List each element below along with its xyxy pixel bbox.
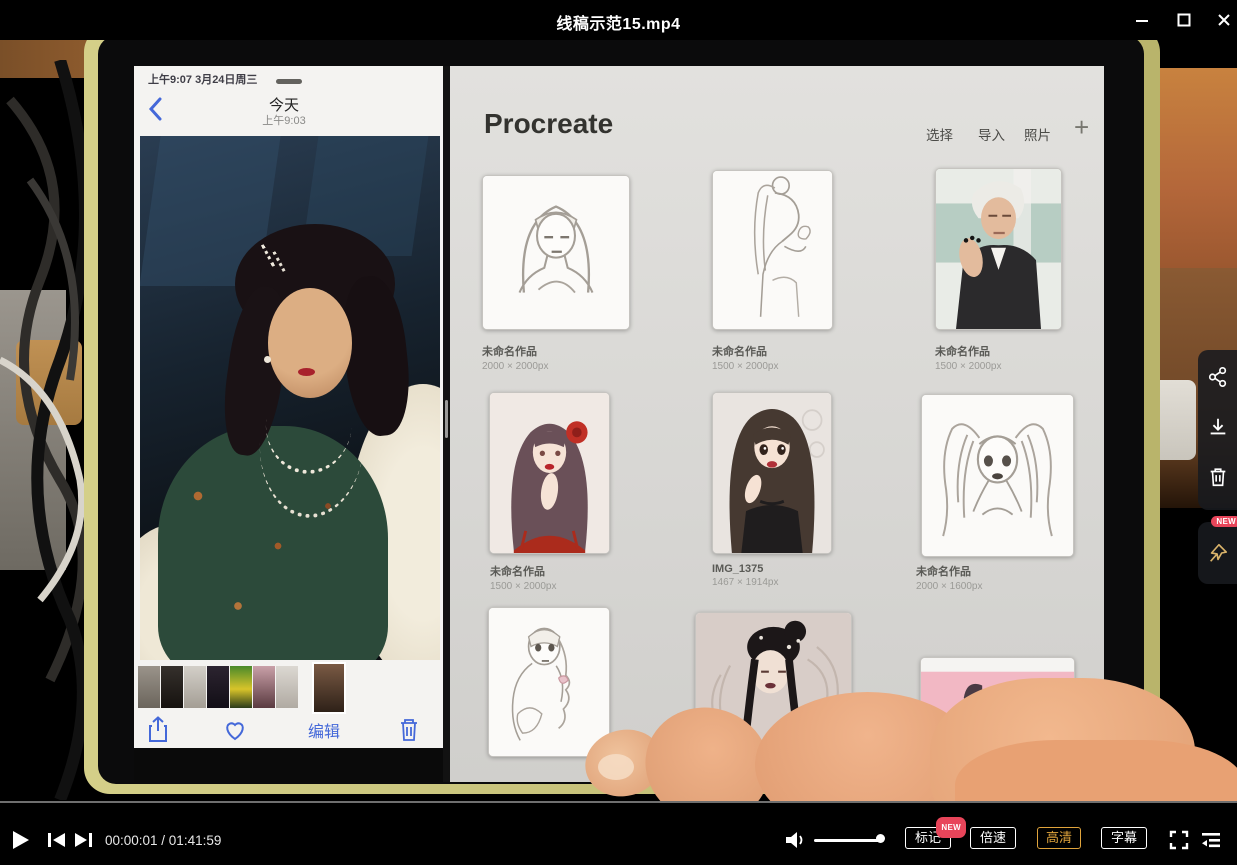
window-title: 线稿示范15.mp4 xyxy=(0,10,1237,34)
trash-icon[interactable] xyxy=(398,717,420,743)
import-button[interactable]: 导入 xyxy=(978,124,1005,144)
hd-button[interactable]: 高清 xyxy=(1037,827,1081,849)
split-view-handle[interactable] xyxy=(276,79,302,84)
photo-thumbnail[interactable] xyxy=(276,666,298,708)
pin-panel: NEW xyxy=(1198,522,1237,584)
next-button[interactable] xyxy=(70,827,96,853)
photo-thumbnail[interactable] xyxy=(138,666,160,708)
artwork-label: 未命名作品 1500 × 2000px xyxy=(935,343,1001,372)
subtitle-button-label: 字幕 xyxy=(1111,830,1137,845)
video-player-window: 线稿示范15.mp4 xyxy=(0,0,1237,865)
new-badge: NEW xyxy=(936,817,966,838)
artwork-card[interactable] xyxy=(482,175,630,330)
photo-thumbnail[interactable] xyxy=(161,666,183,708)
minimize-icon xyxy=(1135,13,1149,27)
speed-button[interactable]: 倍速 xyxy=(970,827,1016,849)
add-canvas-button[interactable]: + xyxy=(1074,112,1089,143)
photo-thumbnail-selected[interactable] xyxy=(314,664,344,712)
select-button[interactable]: 选择 xyxy=(926,124,953,144)
shelf-decoration xyxy=(1158,68,1237,268)
sketch-ponytail-artwork xyxy=(713,171,832,329)
heart-icon[interactable] xyxy=(222,718,248,742)
volume-slider-knob[interactable] xyxy=(876,834,885,843)
hand-decoration xyxy=(955,740,1237,801)
split-view-drag-handle[interactable] xyxy=(445,400,448,438)
fullscreen-button[interactable] xyxy=(1166,827,1192,853)
time-display: 00:00:01 / 01:41:59 xyxy=(105,833,221,848)
fullscreen-icon xyxy=(1169,830,1189,850)
photo-thumbnail[interactable] xyxy=(184,666,206,708)
speed-button-label: 倍速 xyxy=(980,830,1006,845)
video-viewport[interactable]: 上午9:07 3月24日周三 今天 上午9:03 xyxy=(0,40,1237,801)
artwork-label: 未命名作品 2000 × 2000px xyxy=(482,343,548,372)
previous-icon xyxy=(47,831,67,849)
trash-icon[interactable] xyxy=(1207,466,1229,488)
title-bar: 线稿示范15.mp4 xyxy=(0,0,1237,40)
volume-icon xyxy=(785,831,805,849)
play-icon xyxy=(12,830,30,850)
mark-button[interactable]: 标记 NEW xyxy=(905,827,951,849)
artwork-card[interactable] xyxy=(712,392,832,554)
earring-decoration xyxy=(264,356,271,363)
photos-app-pane: 上午9:07 3月24日周三 今天 上午9:03 xyxy=(134,66,443,782)
side-tool-panel xyxy=(1198,350,1237,510)
pin-icon[interactable] xyxy=(1207,542,1229,564)
artwork-label: 未命名作品 2000 × 1600px xyxy=(916,563,982,592)
edit-button[interactable]: 编辑 xyxy=(292,718,356,742)
share-icon[interactable] xyxy=(146,716,170,744)
ipad-device: 上午9:07 3月24日周三 今天 上午9:03 xyxy=(84,40,1160,794)
minimize-button[interactable] xyxy=(1128,8,1156,32)
photo-thumbnail[interactable] xyxy=(253,666,275,708)
procreate-app-pane: Procreate 选择 导入 照片 + xyxy=(450,66,1104,782)
photos-time-subtitle: 上午9:03 xyxy=(194,112,374,128)
photos-toolbar xyxy=(134,714,443,748)
sketch-braid-artwork xyxy=(489,608,609,756)
photo-thumbnail[interactable] xyxy=(207,666,229,708)
artwork-card[interactable] xyxy=(488,607,610,757)
artwork-card[interactable] xyxy=(921,394,1074,557)
play-button[interactable] xyxy=(8,827,34,853)
painted-girl-flower-artwork xyxy=(490,393,609,553)
playlist-icon xyxy=(1200,831,1222,849)
fingernail-decoration xyxy=(598,754,634,780)
photos-bottom-letterbox xyxy=(134,748,443,782)
photo-portrait xyxy=(140,136,440,660)
maximize-button[interactable] xyxy=(1170,8,1198,32)
playlist-button[interactable] xyxy=(1198,827,1224,853)
artwork-label: 未命名作品 1500 × 2000px xyxy=(712,343,778,372)
artwork-card[interactable] xyxy=(489,392,610,554)
sketch-pigtails-artwork xyxy=(922,395,1073,556)
sketch-girl-artwork xyxy=(483,176,629,329)
close-button[interactable] xyxy=(1210,8,1237,32)
back-button[interactable] xyxy=(146,96,166,122)
volume-slider[interactable] xyxy=(814,839,880,842)
maximize-icon xyxy=(1177,13,1191,27)
new-badge: NEW xyxy=(1211,516,1237,527)
previous-button[interactable] xyxy=(44,827,70,853)
painted-girl-darkhair-artwork xyxy=(713,393,831,553)
next-icon xyxy=(73,831,93,849)
painted-man-artwork xyxy=(936,169,1061,329)
photo-thumbnail[interactable] xyxy=(230,666,252,708)
artwork-label: IMG_1375 1467 × 1914px xyxy=(712,563,778,588)
subtitle-button[interactable]: 字幕 xyxy=(1101,827,1147,849)
artwork-card[interactable] xyxy=(712,170,833,330)
ipad-screen: 上午9:07 3月24日周三 今天 上午9:03 xyxy=(134,66,1104,782)
status-bar-datetime: 上午9:07 3月24日周三 xyxy=(148,71,257,87)
share-icon[interactable] xyxy=(1207,366,1229,388)
split-view-divider xyxy=(443,66,450,782)
close-icon xyxy=(1217,13,1231,27)
chevron-left-icon xyxy=(146,96,166,122)
artwork-label: 未命名作品 1500 × 2000px xyxy=(490,563,556,592)
procreate-title: Procreate xyxy=(484,108,613,140)
photo-button[interactable]: 照片 xyxy=(1024,124,1051,144)
download-icon[interactable] xyxy=(1207,416,1229,438)
volume-button[interactable] xyxy=(782,827,808,853)
player-control-bar: 00:00:01 / 01:41:59 标记 NEW 倍速 高清 字幕 xyxy=(0,803,1237,865)
hd-button-label: 高清 xyxy=(1046,830,1072,845)
artwork-card[interactable] xyxy=(935,168,1062,330)
